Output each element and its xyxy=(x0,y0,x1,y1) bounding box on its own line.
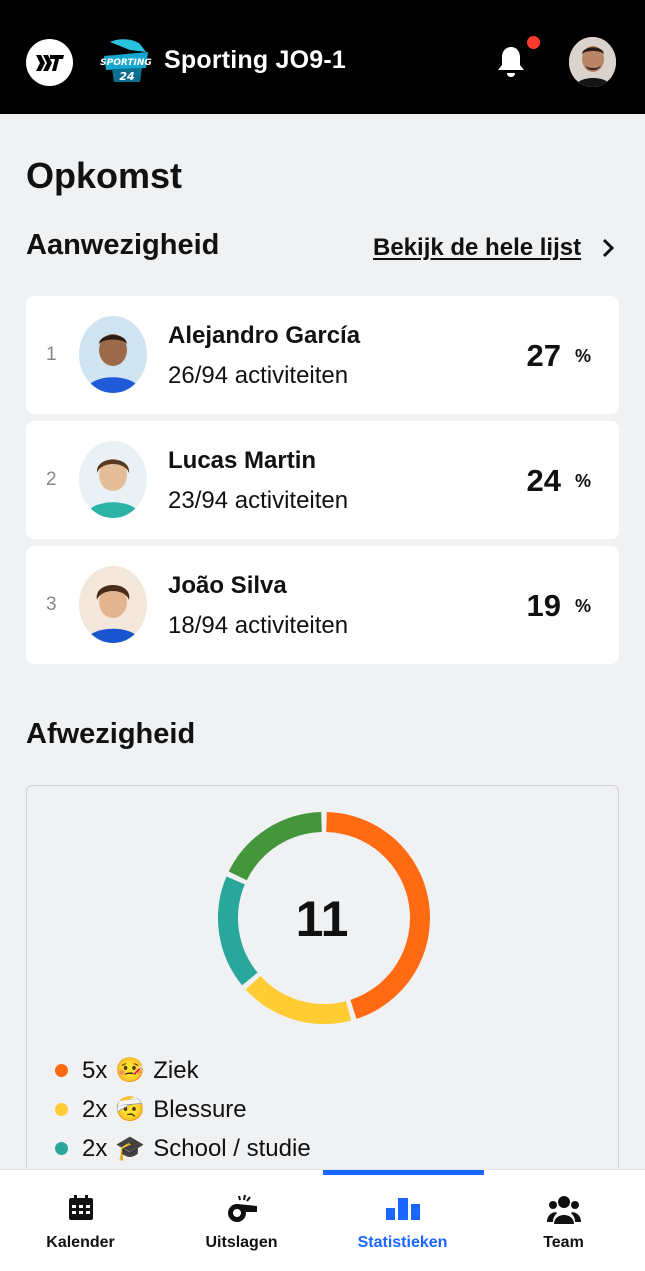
player-rank: 1 xyxy=(46,344,57,365)
nav-uitslagen[interactable]: Uitslagen xyxy=(161,1170,322,1271)
legend-dot xyxy=(55,1103,68,1116)
player-name: João Silva xyxy=(168,572,287,599)
player-activity-count: 18/94 activiteiten xyxy=(168,612,349,639)
legend-item: 5x 🤒 Ziek xyxy=(55,1051,311,1090)
see-all-link[interactable]: Bekijk de hele lijst xyxy=(373,234,581,262)
player-percentage: 27 xyxy=(526,338,561,373)
team-icon xyxy=(546,1196,581,1224)
player-card[interactable]: 1 Alejandro García 26/94 activiteiten 27… xyxy=(26,296,619,414)
nav-label: Team xyxy=(543,1234,584,1251)
player-photo xyxy=(79,316,147,393)
donut-segment-overig xyxy=(228,812,323,881)
notification-button[interactable] xyxy=(496,45,526,79)
percent-unit: % xyxy=(575,346,592,366)
player-activity-count: 26/94 activiteiten xyxy=(168,362,349,389)
player-name: Lucas Martin xyxy=(168,447,317,474)
attendance-title: Aanwezigheid xyxy=(26,229,220,261)
player-activity-count: 23/94 activiteiten xyxy=(168,487,349,514)
nav-label: Uitslagen xyxy=(205,1234,278,1251)
nav-team[interactable]: Team xyxy=(483,1170,644,1271)
team-name[interactable]: Sporting JO9-1 xyxy=(164,46,346,75)
absence-card: 11 5x 🤒 Ziek 2x 🤕 Blessure 2x 🎓 School /… xyxy=(26,785,619,1205)
absence-title: Afwezigheid xyxy=(26,718,196,750)
legend-count: 5x xyxy=(82,1056,108,1084)
player-photo xyxy=(79,441,147,518)
player-rank: 3 xyxy=(46,594,57,615)
bottom-navigation: Kalender Uitslagen Statistieken Team xyxy=(0,1169,645,1271)
player-card[interactable]: 2 Lucas Martin 23/94 activiteiten 24 % xyxy=(26,421,619,539)
nav-statistieken[interactable]: Statistieken xyxy=(322,1170,483,1271)
absence-total: 11 xyxy=(295,891,349,947)
player-percentage: 24 xyxy=(526,463,561,498)
absence-legend: 5x 🤒 Ziek 2x 🤕 Blessure 2x 🎓 School / st… xyxy=(55,1051,311,1168)
legend-reason: School / studie xyxy=(153,1134,311,1162)
chevron-right-icon[interactable] xyxy=(600,238,616,258)
notification-badge xyxy=(527,36,540,49)
mt-logo-icon xyxy=(36,55,64,71)
legend-count: 2x xyxy=(82,1134,108,1162)
user-avatar[interactable] xyxy=(569,37,616,87)
player-photo xyxy=(79,566,147,643)
legend-count: 2x xyxy=(82,1095,108,1123)
bell-icon xyxy=(498,47,524,77)
whistle-icon xyxy=(227,1194,257,1222)
player-card[interactable]: 3 João Silva 18/94 activiteiten 19 % xyxy=(26,546,619,664)
sick-icon: 🤒 xyxy=(115,1057,146,1084)
nav-label: Kalender xyxy=(46,1234,115,1251)
app-header: SPORTING 24 Sporting JO9-1 xyxy=(0,0,645,114)
calendar-icon xyxy=(68,1195,93,1220)
donut-segment-blessure xyxy=(245,975,352,1024)
club-logo[interactable]: SPORTING 24 xyxy=(100,38,152,84)
bar-chart-icon xyxy=(385,1198,420,1220)
legend-reason: Blessure xyxy=(153,1095,247,1123)
svg-text:24: 24 xyxy=(119,70,134,83)
legend-dot xyxy=(55,1142,68,1155)
player-name: Alejandro García xyxy=(168,322,361,349)
app-logo[interactable] xyxy=(26,39,73,86)
nav-label: Statistieken xyxy=(357,1234,448,1251)
legend-reason: Ziek xyxy=(153,1056,199,1084)
legend-item: 2x 🤕 Blessure xyxy=(55,1090,311,1129)
svg-text:SPORTING: SPORTING xyxy=(100,58,152,68)
legend-dot xyxy=(55,1064,68,1077)
player-percentage: 19 xyxy=(526,588,561,623)
percent-unit: % xyxy=(575,471,592,491)
legend-item: 2x 🎓 School / studie xyxy=(55,1129,311,1168)
percent-unit: % xyxy=(575,596,592,616)
player-rank: 2 xyxy=(46,469,57,490)
nav-kalender[interactable]: Kalender xyxy=(0,1170,161,1271)
page-title: Opkomst xyxy=(26,155,183,196)
injury-icon: 🤕 xyxy=(115,1096,146,1123)
graduation-cap-icon: 🎓 xyxy=(115,1135,146,1162)
